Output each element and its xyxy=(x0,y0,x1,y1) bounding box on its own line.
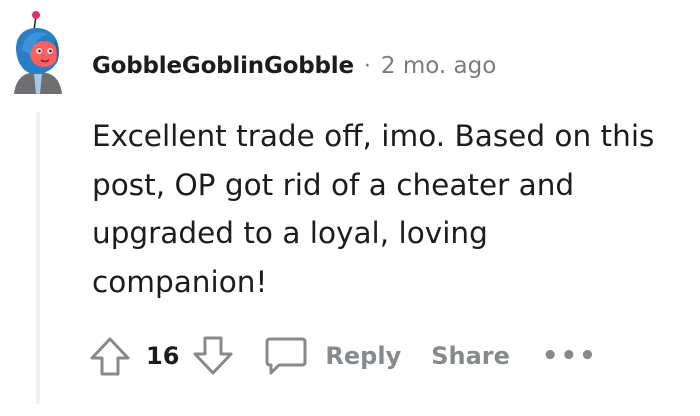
comment-body-line: upgraded to a loyal, loving xyxy=(92,216,488,250)
vote-count: 16 xyxy=(146,342,180,370)
username-link[interactable]: GobbleGoblinGobble xyxy=(92,53,354,79)
separator-dot: · xyxy=(363,53,371,79)
reply-label: Reply xyxy=(325,342,402,370)
share-button[interactable]: Share xyxy=(431,342,510,370)
comment-body-line: post, OP got rid of a cheater and xyxy=(92,167,575,202)
comment-body-line: companion! xyxy=(92,264,268,299)
comment-body: Excellent trade off, imo. Based on this … xyxy=(92,112,688,306)
timestamp[interactable]: 2 mo. ago xyxy=(381,53,496,79)
avatar[interactable] xyxy=(4,10,72,100)
thread-line[interactable] xyxy=(36,112,40,404)
upvote-button[interactable] xyxy=(88,334,132,378)
comment-body-line: Excellent trade off, imo. Based on this xyxy=(92,119,655,153)
speech-bubble-icon xyxy=(265,337,307,375)
downvote-button[interactable] xyxy=(191,334,235,378)
more-options-button[interactable]: ••• xyxy=(542,341,598,371)
comment: GobbleGoblinGobble · 2 mo. ago Excellent… xyxy=(0,0,700,416)
comment-actions: 16 Reply Share ••• xyxy=(88,332,598,380)
comment-header: GobbleGoblinGobble · 2 mo. ago xyxy=(92,46,496,86)
snoo-avatar-icon xyxy=(14,11,62,94)
arrow-down-icon xyxy=(193,336,233,375)
arrow-up-icon xyxy=(90,337,130,376)
reply-button[interactable]: Reply xyxy=(263,336,401,376)
